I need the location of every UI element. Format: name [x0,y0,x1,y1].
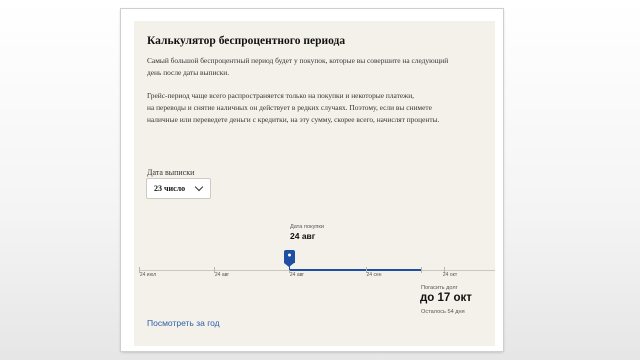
grace-period-calculator: Калькулятор беспроцентного периода Самый… [134,21,495,346]
grace-info-line: наличные или переведете деньги с кредитк… [147,115,440,125]
timeline-tick [421,267,422,273]
days-remaining: Осталось 54 дня [421,309,465,315]
purchase-date-value: 24 авг [290,231,316,241]
grace-info-line: Грейс-период чаще всего распространяется… [147,90,415,100]
grace-period-timeline: Дата покупки 24 авг 24 июл 24 авг 24 авг… [134,216,495,326]
repay-label: Погасить долг [421,285,458,291]
timeline-tick-label: 24 сен [366,272,382,278]
purchase-marker[interactable]: ● [284,250,295,267]
view-year-link[interactable]: Посмотреть за год [147,318,220,328]
purchase-date-label: Дата покупки [290,224,324,230]
calculator-title: Калькулятор беспроцентного периода [147,35,346,47]
timeline-tick-label: 24 авг [289,272,305,278]
intro-line: Самый большой беспроцентный период будет… [147,56,449,65]
grace-period-range [289,269,421,271]
grace-info-line: на переводы и снятие наличных он действу… [147,102,432,112]
timeline-tick-label: 24 окт [442,272,458,278]
intro-paragraph: Самый большой беспроцентный период будет… [147,55,482,80]
chevron-down-icon [194,182,204,192]
statement-date-value: 23 число [154,184,186,193]
repay-date: до 17 окт [420,292,472,304]
timeline-tick-label: 24 июл [139,272,157,278]
timeline-tick-label: 24 авг [214,272,230,278]
statement-date-label: Дата выписки [147,168,195,177]
shopping-bag-icon: ● [287,251,292,259]
statement-date-select[interactable]: 23 число [146,178,211,199]
grace-info-paragraph: Грейс-период чаще всего распространяется… [147,90,482,127]
intro-line: день после даты выписки. [147,68,230,78]
